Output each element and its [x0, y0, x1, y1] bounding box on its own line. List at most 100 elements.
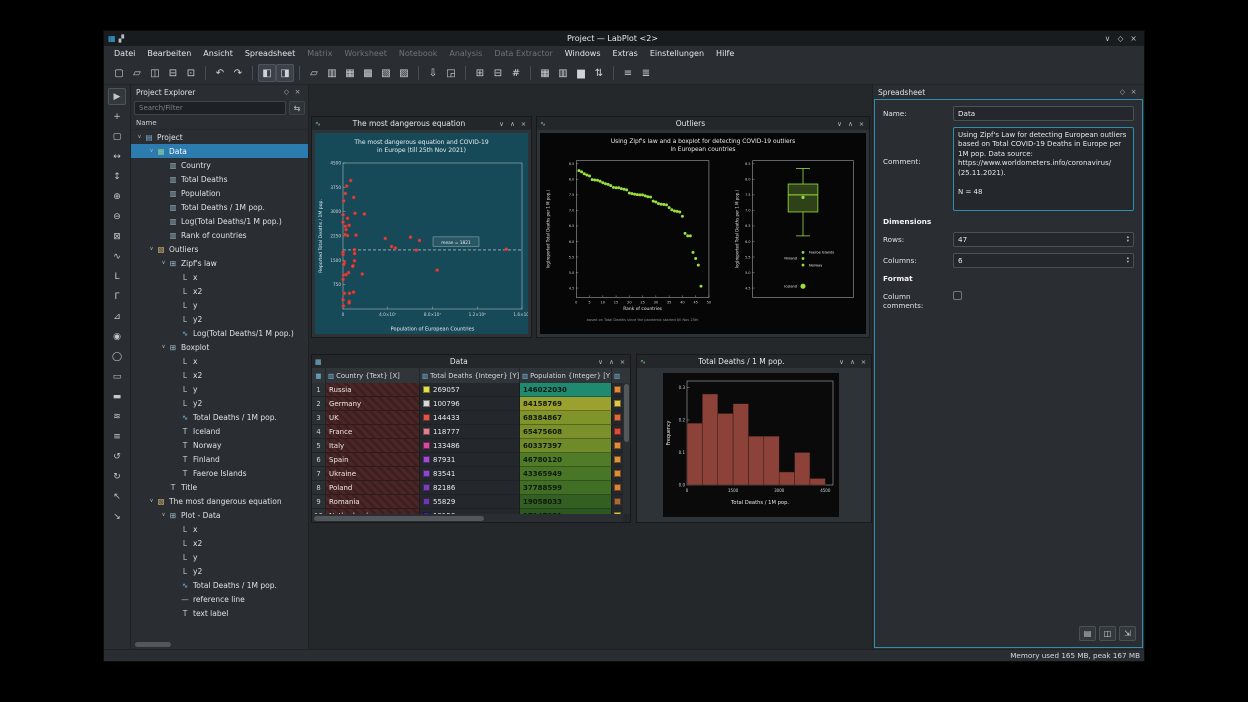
save-project-icon[interactable]: ◫	[146, 64, 164, 82]
print-preview-icon[interactable]: ⊡	[182, 64, 200, 82]
tree-item[interactable]: —reference line	[131, 592, 308, 606]
tree-item[interactable]: ∨▧The most dangerous equation	[131, 494, 308, 508]
tree-item[interactable]: Ly	[131, 382, 308, 396]
tree-item[interactable]: Ly2	[131, 396, 308, 410]
tree-item[interactable]: Ly	[131, 298, 308, 312]
crosshair-icon[interactable]: +	[108, 108, 126, 125]
add-ellipse-icon[interactable]: ◉	[108, 328, 126, 345]
cell-population[interactable]: 146022030	[520, 383, 612, 397]
export-button[interactable]: ⇲	[1119, 626, 1136, 641]
tree-item[interactable]: Ly2	[131, 564, 308, 578]
rows-spinbox[interactable]: 47 ▴▾	[953, 232, 1134, 247]
cell-total-deaths[interactable]: 87931	[420, 453, 520, 467]
shade-subwindow-icon[interactable]: ∨	[835, 120, 844, 128]
data-vscrollbar[interactable]	[623, 383, 630, 514]
shift-right-icon[interactable]: ↘	[108, 508, 126, 525]
cell-total-deaths[interactable]: 118777	[420, 425, 520, 439]
close-subwindow-icon[interactable]: ×	[857, 120, 866, 128]
undo-icon[interactable]: ↶	[211, 64, 229, 82]
table-row[interactable]: 7Ukraine8354143365949	[312, 467, 630, 481]
tree-item[interactable]: TFaeroe Islands	[131, 466, 308, 480]
table-row[interactable]: 8Poland8218637788599	[312, 481, 630, 495]
explorer-hscrollbar[interactable]	[133, 640, 306, 648]
expand-arrow-icon[interactable]: ∨	[135, 134, 144, 140]
expand-arrow-icon[interactable]: ∨	[147, 246, 156, 252]
add-rect-icon[interactable]: ▭	[108, 368, 126, 385]
menu-item-bearbeiten[interactable]: Bearbeiten	[141, 46, 197, 62]
add-axis-icon[interactable]: L	[108, 268, 126, 285]
maximize-button[interactable]: ◇	[1114, 34, 1127, 43]
tree-item[interactable]: Ly2	[131, 312, 308, 326]
cell-total-deaths[interactable]: 82186	[420, 481, 520, 495]
new-workbook-icon[interactable]: ▥	[323, 64, 341, 82]
close-dock-icon[interactable]: ×	[1128, 88, 1139, 96]
tree-item[interactable]: Lx	[131, 354, 308, 368]
close-dock-icon[interactable]: ×	[292, 88, 303, 96]
menu-item-einstellungen[interactable]: Einstellungen	[644, 46, 710, 62]
close-button[interactable]: ×	[1127, 34, 1140, 43]
column-statistics-icon[interactable]: ▥	[554, 64, 572, 82]
tree-item[interactable]: Lx2	[131, 284, 308, 298]
auto-scale-icon[interactable]: ⊠	[108, 228, 126, 245]
cell-country[interactable]: Italy	[326, 439, 420, 453]
restore-subwindow-icon[interactable]: ∧	[846, 120, 855, 128]
outliers-titlebar[interactable]: ∿ Outliers ∨ ∧ ×	[537, 117, 869, 130]
cell-country[interactable]: Poland	[326, 481, 420, 495]
restore-subwindow-icon[interactable]: ∧	[607, 358, 616, 366]
cell-total-deaths[interactable]: 83541	[420, 467, 520, 481]
cell-total-deaths[interactable]: 133486	[420, 439, 520, 453]
new-spreadsheet-icon[interactable]: ▦	[341, 64, 359, 82]
menu-item-extras[interactable]: Extras	[607, 46, 644, 62]
shade-subwindow-icon[interactable]: ∨	[497, 120, 506, 128]
table-row[interactable]: 6Spain8793146780120	[312, 453, 630, 467]
tree-item[interactable]: ∨▤Project	[131, 130, 308, 144]
cell-population[interactable]: 37788599	[520, 481, 612, 495]
table-row[interactable]: 2Germany10079684158769	[312, 397, 630, 411]
import-file-icon[interactable]: ⇩	[424, 64, 442, 82]
close-subwindow-icon[interactable]: ×	[519, 120, 528, 128]
add-plot-icon[interactable]: Γ	[108, 288, 126, 305]
view-undo-icon[interactable]: ↺	[108, 448, 126, 465]
tree-item[interactable]: ∿Total Deaths / 1M pop.	[131, 578, 308, 592]
tree-item[interactable]: TTitle	[131, 480, 308, 494]
table-row[interactable]: 1Russia269057146022030	[312, 383, 630, 397]
sort-ascending-icon[interactable]: ≡	[619, 64, 637, 82]
cell-country[interactable]: Spain	[326, 453, 420, 467]
menu-item-spreadsheet[interactable]: Spreadsheet	[239, 46, 301, 62]
column-header-country[interactable]: ▥Country {Text} [X]	[326, 368, 420, 383]
cell-population[interactable]: 68384867	[520, 411, 612, 425]
add-equation-icon[interactable]: ≋	[108, 408, 126, 425]
print-icon[interactable]: ⊟	[164, 64, 182, 82]
zoom-select-icon[interactable]: ▢	[108, 128, 126, 145]
tree-item[interactable]: ▥Total Deaths / 1M pop.	[131, 200, 308, 214]
tree-item[interactable]: Lx2	[131, 536, 308, 550]
comment-field[interactable]: Using Zipf's Law for detecting European …	[953, 127, 1134, 211]
expand-arrow-icon[interactable]: ∨	[147, 148, 156, 154]
tree-item[interactable]: Lx2	[131, 368, 308, 382]
cell-population[interactable]: 46780120	[520, 453, 612, 467]
close-subwindow-icon[interactable]: ×	[618, 358, 627, 366]
menu-item-hilfe[interactable]: Hilfe	[710, 46, 740, 62]
tree-item[interactable]: ∿Total Deaths / 1M pop.	[131, 410, 308, 424]
restore-subwindow-icon[interactable]: ∧	[508, 120, 517, 128]
shade-button[interactable]: ∨	[1101, 34, 1114, 43]
tree-item[interactable]: TNorway	[131, 438, 308, 452]
cell-country[interactable]: Romania	[326, 495, 420, 509]
redo-icon[interactable]: ↷	[229, 64, 247, 82]
search-input[interactable]	[134, 101, 286, 115]
open-project-icon[interactable]: ▱	[128, 64, 146, 82]
expand-arrow-icon[interactable]: ∨	[159, 512, 168, 518]
outliers-worksheet-page[interactable]: Using Zipf's law and a boxplot for detec…	[540, 133, 866, 334]
table-row[interactable]: 4France11877765475608	[312, 425, 630, 439]
add-xy-curve-icon[interactable]: ∿	[108, 248, 126, 265]
expand-arrow-icon[interactable]: ∨	[159, 344, 168, 350]
tree-item[interactable]: ∨⊞Plot - Data	[131, 508, 308, 522]
cell-population[interactable]: 65475608	[520, 425, 612, 439]
cell-country[interactable]: Ukraine	[326, 467, 420, 481]
equation-titlebar[interactable]: ∿ The most dangerous equation ∨ ∧ ×	[312, 117, 531, 130]
menu-item-ansicht[interactable]: Ansicht	[197, 46, 239, 62]
data-titlebar[interactable]: ▦ Data ∨ ∧ ×	[312, 355, 630, 368]
menu-item-windows[interactable]: Windows	[559, 46, 607, 62]
tree-item[interactable]: ∨⊞Boxplot	[131, 340, 308, 354]
new-project-icon[interactable]: ▢	[110, 64, 128, 82]
